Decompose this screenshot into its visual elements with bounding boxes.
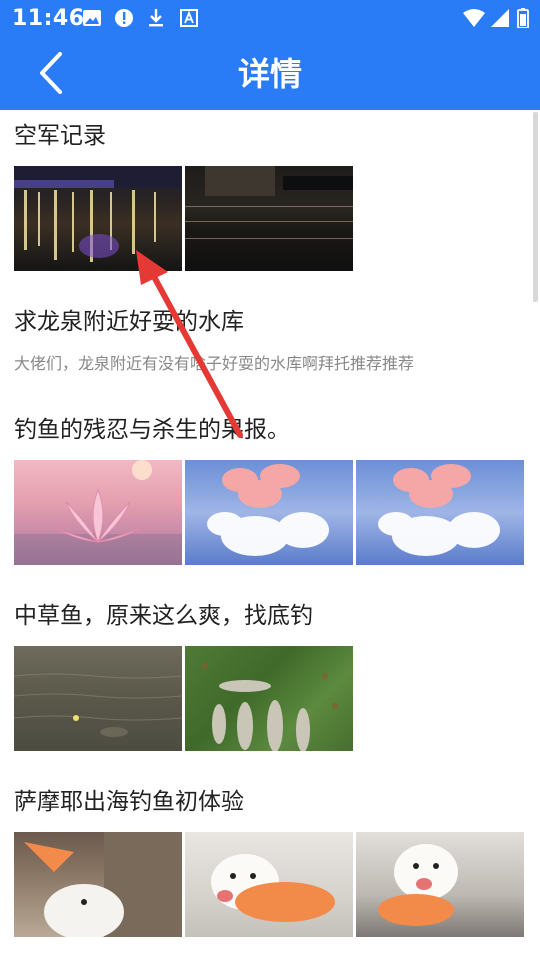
- post-image[interactable]: [14, 832, 182, 937]
- post-title[interactable]: 钓鱼的残忍与杀生的果报。: [14, 414, 529, 446]
- app-bar: 详情: [0, 36, 540, 110]
- post-desc: 大佬们，龙泉附近有没有啥子好耍的水库啊拜托推荐推荐: [14, 354, 415, 373]
- a-badge-icon: [180, 8, 198, 28]
- alert-icon: [114, 8, 134, 28]
- post-image[interactable]: [185, 832, 353, 937]
- post-list[interactable]: 空军记录 求龙泉附近好耍的水库 大佬们，龙泉附近有没有啥子好耍的水库啊拜托推荐推…: [0, 110, 540, 960]
- post-title[interactable]: 中草鱼，原来这么爽，找底钓: [14, 600, 529, 632]
- download-icon: [146, 8, 166, 28]
- post-item[interactable]: 萨摩耶出海钓鱼初体验: [14, 786, 529, 937]
- post-item[interactable]: 空军记录: [14, 120, 529, 271]
- scrollbar[interactable]: [533, 112, 538, 302]
- wifi-icon: [462, 8, 486, 28]
- post-item[interactable]: 求龙泉附近好耍的水库 大佬们，龙泉附近有没有啥子好耍的水库啊拜托推荐推荐: [14, 306, 529, 376]
- post-image[interactable]: [14, 646, 182, 751]
- page-title: 详情: [237, 55, 302, 93]
- post-item[interactable]: 中草鱼，原来这么爽，找底钓: [14, 600, 529, 751]
- signal-icon: [490, 8, 510, 28]
- post-title[interactable]: 空军记录: [14, 120, 529, 152]
- post-image[interactable]: [185, 166, 353, 271]
- post-title[interactable]: 求龙泉附近好耍的水库: [14, 306, 529, 338]
- post-image[interactable]: [185, 460, 353, 565]
- post-image[interactable]: [356, 460, 524, 565]
- post-image[interactable]: [14, 166, 182, 271]
- post-image[interactable]: [356, 832, 524, 937]
- post-image[interactable]: [185, 646, 353, 751]
- post-title[interactable]: 萨摩耶出海钓鱼初体验: [14, 786, 529, 818]
- status-time: 11:46: [12, 6, 85, 31]
- battery-icon: [516, 8, 530, 28]
- image-icon: [82, 8, 102, 28]
- post-image[interactable]: [14, 460, 182, 565]
- status-bar: 11:46: [0, 0, 540, 36]
- post-item[interactable]: 钓鱼的残忍与杀生的果报。: [14, 414, 529, 565]
